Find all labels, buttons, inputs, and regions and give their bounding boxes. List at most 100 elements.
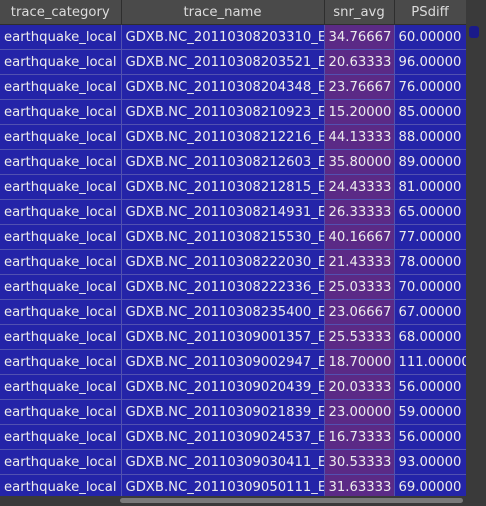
cell-trace-category[interactable]: earthquake_local [0,274,122,300]
cell-snr-avg[interactable]: 26.33333 [324,199,395,225]
cell-snr-avg[interactable]: 18.70000 [324,349,395,375]
cell-snr-avg[interactable]: 20.03333 [324,374,395,400]
cell-snr-avg[interactable]: 15.20000 [324,99,395,125]
cell-psdiff[interactable]: 65.00000 [394,199,466,225]
cell-trace-name[interactable]: GDXB.NC_20110308210923_EV [121,99,325,125]
cell-trace-name[interactable]: GDXB.NC_20110309020439_EV [121,374,325,400]
cell-psdiff[interactable]: 60.00000 [394,24,466,50]
cell-snr-avg[interactable]: 31.63333 [324,474,395,496]
cell-snr-avg[interactable]: 23.00000 [324,399,395,425]
cell-trace-name[interactable]: GDXB.NC_20110308204348_EV [121,74,325,100]
cell-trace-name[interactable]: GDXB.NC_20110309050111_EV [121,474,325,496]
cell-snr-avg[interactable]: 35.80000 [324,149,395,175]
cell-psdiff[interactable]: 89.00000 [394,149,466,175]
cell-psdiff[interactable]: 59.00000 [394,399,466,425]
cell-trace-category[interactable]: earthquake_local [0,199,122,225]
horizontal-scrollbar-thumb[interactable] [120,498,463,503]
cell-trace-name[interactable]: GDXB.NC_20110308212216_EV [121,124,325,150]
cell-psdiff[interactable]: 56.00000 [394,374,466,400]
cell-trace-category[interactable]: earthquake_local [0,224,122,250]
cell-trace-category[interactable]: earthquake_local [0,474,122,496]
column-header-trace-name[interactable]: trace_name [121,0,325,25]
cell-snr-avg[interactable]: 23.76667 [324,74,395,100]
column-header-trace-category[interactable]: trace_category [0,0,122,25]
cell-psdiff[interactable]: 67.00000 [394,299,466,325]
cell-psdiff[interactable]: 88.00000 [394,124,466,150]
cell-trace-name[interactable]: GDXB.NC_20110308203310_EV [121,24,325,50]
table-row[interactable]: earthquake_local GDXB.NC_20110308215530_E… [0,224,466,250]
table-row[interactable]: earthquake_local GDXB.NC_20110308212216_E… [0,124,466,150]
table-row[interactable]: earthquake_local GDXB.NC_20110308210923_E… [0,99,466,125]
cell-trace-category[interactable]: earthquake_local [0,124,122,150]
cell-trace-category[interactable]: earthquake_local [0,99,122,125]
cell-trace-category[interactable]: earthquake_local [0,374,122,400]
cell-trace-name[interactable]: GDXB.NC_20110308212815_EV [121,174,325,200]
cell-snr-avg[interactable]: 16.73333 [324,424,395,450]
column-header-psdiff[interactable]: PSdiff [394,0,466,25]
cell-trace-name[interactable]: GDXB.NC_20110308235400_EV [121,299,325,325]
table-row[interactable]: earthquake_local GDXB.NC_20110309050111_E… [0,474,466,496]
cell-psdiff[interactable]: 68.00000 [394,324,466,350]
table-row[interactable]: earthquake_local GDXB.NC_20110308204348_E… [0,74,466,100]
cell-psdiff[interactable]: 78.00000 [394,249,466,275]
cell-trace-name[interactable]: GDXB.NC_20110308222030_EV [121,249,325,275]
cell-trace-name[interactable]: GDXB.NC_20110309021839_EV [121,399,325,425]
cell-psdiff[interactable]: 69.00000 [394,474,466,496]
cell-snr-avg[interactable]: 21.43333 [324,249,395,275]
table-row[interactable]: earthquake_local GDXB.NC_20110309020439_E… [0,374,466,400]
table-row[interactable]: earthquake_local GDXB.NC_20110309030411_E… [0,449,466,475]
cell-trace-category[interactable]: earthquake_local [0,174,122,200]
cell-trace-name[interactable]: GDXB.NC_20110308212603_EV [121,149,325,175]
cell-trace-category[interactable]: earthquake_local [0,149,122,175]
cell-trace-category[interactable]: earthquake_local [0,249,122,275]
table-row[interactable]: earthquake_local GDXB.NC_20110309002947_E… [0,349,466,375]
cell-trace-name[interactable]: GDXB.NC_20110309030411_EV [121,449,325,475]
cell-snr-avg[interactable]: 44.13333 [324,124,395,150]
cell-trace-name[interactable]: GDXB.NC_20110308222336_EV [121,274,325,300]
cell-trace-name[interactable]: GDXB.NC_20110309001357_EV [121,324,325,350]
column-header-snr-avg[interactable]: snr_avg [324,0,395,25]
table-row[interactable]: earthquake_local GDXB.NC_20110308214931_E… [0,199,466,225]
cell-trace-name[interactable]: GDXB.NC_20110308203521_EV [121,49,325,75]
cell-snr-avg[interactable]: 25.53333 [324,324,395,350]
cell-trace-category[interactable]: earthquake_local [0,24,122,50]
cell-psdiff[interactable]: 111.00000 [394,349,466,375]
cell-snr-avg[interactable]: 30.53333 [324,449,395,475]
table-row[interactable]: earthquake_local GDXB.NC_20110309024537_E… [0,424,466,450]
cell-trace-category[interactable]: earthquake_local [0,324,122,350]
vertical-scrollbar-thumb[interactable] [469,26,479,38]
cell-snr-avg[interactable]: 23.06667 [324,299,395,325]
cell-trace-category[interactable]: earthquake_local [0,424,122,450]
table-row[interactable]: earthquake_local GDXB.NC_20110308203521_E… [0,49,466,75]
cell-psdiff[interactable]: 81.00000 [394,174,466,200]
cell-psdiff[interactable]: 56.00000 [394,424,466,450]
cell-snr-avg[interactable]: 40.16667 [324,224,395,250]
cell-psdiff[interactable]: 70.00000 [394,274,466,300]
cell-psdiff[interactable]: 76.00000 [394,74,466,100]
table-row[interactable]: earthquake_local GDXB.NC_20110309021839_E… [0,399,466,425]
cell-psdiff[interactable]: 93.00000 [394,449,466,475]
table-row[interactable]: earthquake_local GDXB.NC_20110308222030_E… [0,249,466,275]
cell-trace-name[interactable]: GDXB.NC_20110308214931_EV [121,199,325,225]
horizontal-scrollbar[interactable] [0,496,466,506]
cell-snr-avg[interactable]: 20.63333 [324,49,395,75]
table-row[interactable]: earthquake_local GDXB.NC_20110308212815_E… [0,174,466,200]
cell-snr-avg[interactable]: 24.43333 [324,174,395,200]
cell-trace-category[interactable]: earthquake_local [0,49,122,75]
cell-trace-category[interactable]: earthquake_local [0,349,122,375]
table-row[interactable]: earthquake_local GDXB.NC_20110308235400_E… [0,299,466,325]
cell-snr-avg[interactable]: 34.76667 [324,24,395,50]
vertical-scrollbar[interactable] [466,0,486,506]
cell-trace-category[interactable]: earthquake_local [0,449,122,475]
cell-trace-category[interactable]: earthquake_local [0,74,122,100]
cell-trace-category[interactable]: earthquake_local [0,399,122,425]
cell-psdiff[interactable]: 85.00000 [394,99,466,125]
table-row[interactable]: earthquake_local GDXB.NC_20110309001357_E… [0,324,466,350]
table-row[interactable]: earthquake_local GDXB.NC_20110308212603_E… [0,149,466,175]
table-row[interactable]: earthquake_local GDXB.NC_20110308222336_E… [0,274,466,300]
cell-psdiff[interactable]: 77.00000 [394,224,466,250]
table-row[interactable]: earthquake_local GDXB.NC_20110308203310_E… [0,24,466,50]
cell-trace-name[interactable]: GDXB.NC_20110309002947_EV [121,349,325,375]
cell-trace-category[interactable]: earthquake_local [0,299,122,325]
cell-trace-name[interactable]: GDXB.NC_20110308215530_EV [121,224,325,250]
